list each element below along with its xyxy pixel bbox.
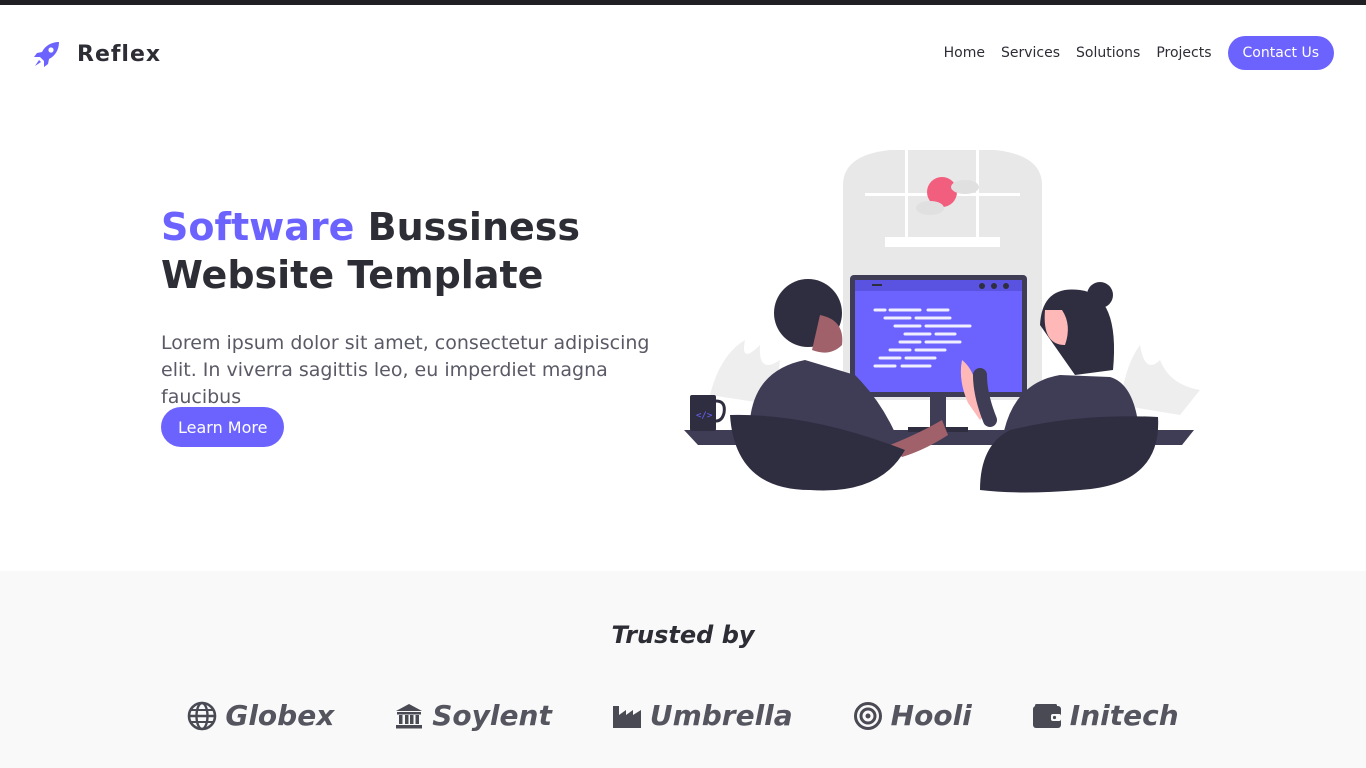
client-logo-name: Umbrella <box>649 699 793 732</box>
hero-title-rest: Bussiness <box>354 205 581 249</box>
hero-title-accent: Software <box>161 205 355 249</box>
hero-title-line2: Website Template <box>161 253 544 297</box>
hero-description: Lorem ipsum dolor sit amet, consectetur … <box>161 332 650 408</box>
nav-home[interactable]: Home <box>944 45 985 61</box>
trusted-by-title: Trusted by <box>611 621 755 649</box>
svg-text:</>: </> <box>696 411 713 421</box>
hero-title: Software Bussiness Website Template <box>161 203 681 299</box>
nav-projects[interactable]: Projects <box>1156 45 1211 61</box>
client-logo-soylent: Soylent <box>394 699 552 732</box>
client-logo-name: Hooli <box>890 699 972 732</box>
hero-illustration: </> <box>684 150 1200 493</box>
client-logo-umbrella: Umbrella <box>612 699 793 732</box>
main-nav: Home Services Solutions Projects Contact… <box>928 36 1334 70</box>
client-logo-name: Soylent <box>432 699 552 732</box>
bank-icon <box>396 703 423 728</box>
site-header: Reflex Home Services Solutions Projects … <box>0 5 1366 101</box>
client-logos: Globex Soylent Umbrella Hooli Initech <box>0 699 1366 732</box>
client-logo-initech: Initech <box>1032 699 1179 732</box>
wallet-icon <box>1032 703 1061 728</box>
target-icon <box>853 701 882 730</box>
rocket-icon <box>34 42 59 67</box>
nav-services[interactable]: Services <box>1001 45 1060 61</box>
contact-us-button[interactable]: Contact Us <box>1227 36 1334 70</box>
learn-more-button[interactable]: Learn More <box>161 407 285 447</box>
client-logo-globex: Globex <box>187 699 334 732</box>
factory-icon <box>612 705 641 728</box>
brand[interactable]: Reflex <box>31 38 161 70</box>
client-logo-name: Globex <box>225 699 335 732</box>
client-logo-hooli: Hooli <box>853 699 972 732</box>
client-logo-name: Initech <box>1069 699 1179 732</box>
trusted-by-section: Trusted by Globex Soylent Umbrella Hooli… <box>0 571 1366 768</box>
nav-solutions[interactable]: Solutions <box>1076 45 1140 61</box>
brand-name: Reflex <box>77 41 162 67</box>
globe-icon <box>188 701 217 730</box>
